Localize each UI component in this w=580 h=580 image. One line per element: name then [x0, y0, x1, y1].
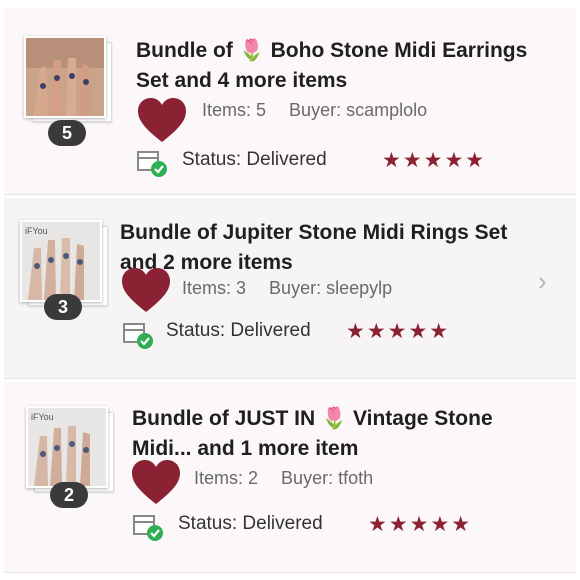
- delivered-box-icon: [123, 323, 153, 349]
- item-count-badge: 2: [50, 482, 88, 508]
- order-status: Status: Delivered: [178, 513, 323, 534]
- order-meta: Items: 2 Buyer: tfoth: [194, 468, 373, 489]
- order-title-line-1: Bundle of JUST IN 🌷 Vintage Stone: [132, 407, 493, 430]
- order-card-2[interactable]: iFYou 3 Bundle of Jupiter Stone Midi Rin…: [4, 198, 576, 379]
- heart-icon[interactable]: [120, 266, 172, 314]
- order-title-line-2: Set and 4 more items: [136, 69, 348, 92]
- rating-stars: ★★★★★: [382, 149, 487, 172]
- order-title-line-2: and 2 more items: [120, 251, 293, 274]
- product-photo: iFYou: [20, 220, 102, 302]
- order-status: Status: Delivered: [182, 149, 327, 170]
- order-thumbnail[interactable]: iFYou: [20, 220, 108, 306]
- order-title[interactable]: Bundle of 🌷 Boho Stone Midi Earrings Set…: [136, 36, 527, 96]
- rating-stars: ★★★★★: [368, 513, 473, 536]
- buyer-name: Buyer: scamplolo: [289, 100, 428, 120]
- rating-stars: ★★★★★: [346, 320, 451, 343]
- heart-icon[interactable]: [136, 96, 188, 144]
- buyer-name: Buyer: tfoth: [281, 468, 374, 488]
- order-title[interactable]: Bundle of Jupiter Stone Midi Rings Set a…: [120, 218, 507, 278]
- product-photo: [24, 36, 106, 118]
- delivered-box-icon: [137, 151, 167, 177]
- order-title-line-1: Bundle of 🌷 Boho Stone Midi Earrings: [136, 39, 528, 62]
- items-count: Items: 3: [182, 278, 247, 298]
- items-count: Items: 5: [202, 100, 267, 120]
- order-meta: Items: 5 Buyer: scamplolo: [202, 100, 427, 121]
- order-card-1[interactable]: 5 Bundle of 🌷 Boho Stone Midi Earrings S…: [4, 8, 576, 195]
- order-title-line-2: Midi... and 1 more item: [132, 437, 359, 460]
- item-count-badge: 3: [44, 294, 82, 320]
- order-title[interactable]: Bundle of JUST IN 🌷 Vintage Stone Midi..…: [132, 404, 493, 464]
- buyer-name: Buyer: sleepylp: [269, 278, 393, 298]
- order-meta: Items: 3 Buyer: sleepylp: [182, 278, 392, 299]
- order-title-line-1: Bundle of Jupiter Stone Midi Rings Set: [120, 221, 508, 244]
- order-status: Status: Delivered: [166, 320, 311, 341]
- delivered-box-icon: [133, 515, 163, 541]
- order-thumbnail[interactable]: [24, 36, 112, 122]
- item-count-badge: 5: [48, 120, 86, 146]
- product-photo: iFYou: [26, 406, 108, 488]
- order-card-3[interactable]: iFYou 2 Bundle of JUST IN 🌷 Vintage Ston…: [4, 382, 576, 573]
- heart-icon[interactable]: [130, 458, 182, 506]
- items-count: Items: 2: [194, 468, 259, 488]
- thumbnail-overlay-text: iFYou: [25, 226, 48, 236]
- thumbnail-overlay-text: iFYou: [31, 412, 54, 422]
- order-thumbnail[interactable]: iFYou: [26, 406, 114, 492]
- chevron-right-icon[interactable]: ›: [538, 266, 547, 297]
